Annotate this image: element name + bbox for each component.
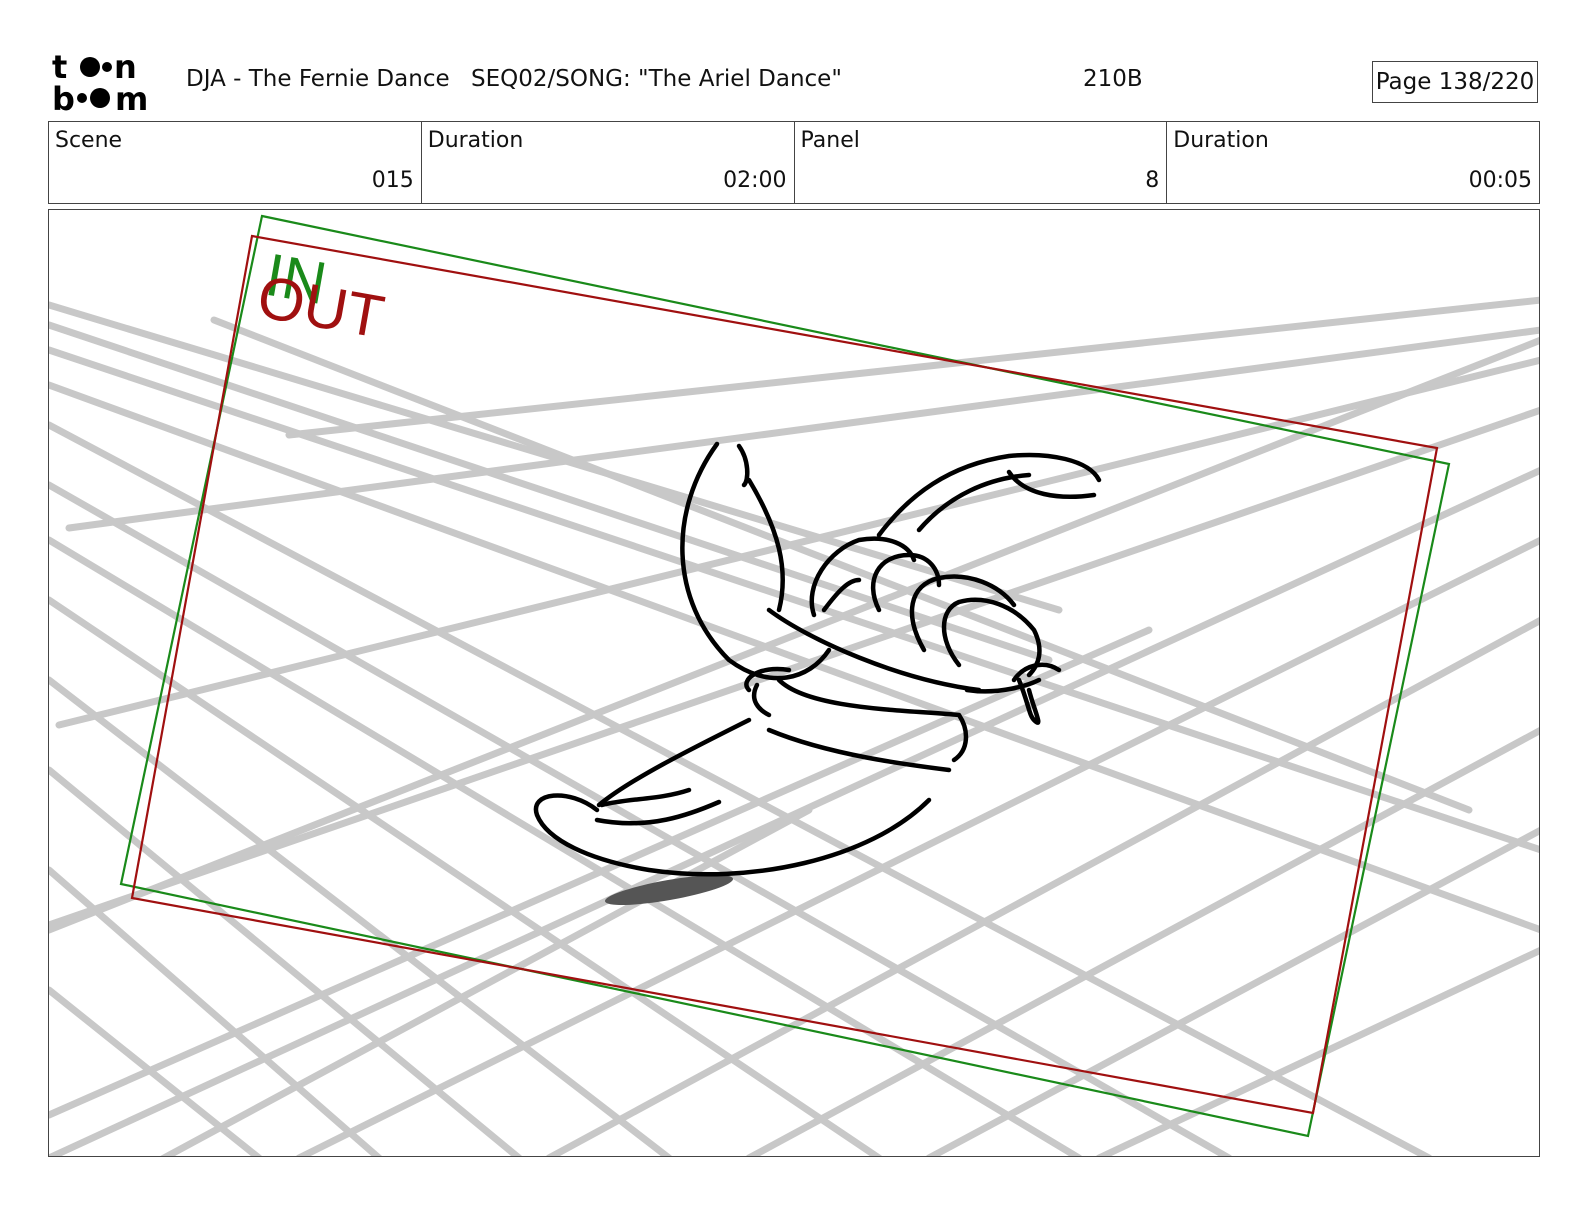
scene-duration-cell: Duration 02:00 <box>422 122 795 203</box>
panel-duration-value: 00:05 <box>1468 168 1532 193</box>
info-table: Scene 015 Duration 02:00 Panel 8 Duratio… <box>48 121 1540 204</box>
svg-text:b: b <box>52 80 75 114</box>
panel-duration-cell: Duration 00:05 <box>1167 122 1539 203</box>
scene-cell: Scene 015 <box>49 122 422 203</box>
panel-cell: Panel 8 <box>795 122 1168 203</box>
scene-duration-value: 02:00 <box>723 168 787 193</box>
scene-label: Scene <box>55 128 123 153</box>
svg-text:m: m <box>115 80 148 114</box>
scene-duration-label: Duration <box>427 128 524 153</box>
scene-value: 015 <box>371 168 414 193</box>
toonboom-logo: t n b m <box>52 48 164 118</box>
panel-duration-label: Duration <box>1173 128 1269 153</box>
storyboard-panel: IN OUT <box>48 209 1540 1157</box>
scene-code: 210B <box>1083 66 1143 92</box>
project-title: DJA - The Fernie Dance <box>186 66 450 92</box>
page-indicator: Page 138/220 <box>1372 61 1538 103</box>
panel-label: Panel <box>800 128 860 153</box>
sequence-title: SEQ02/SONG: "The Ariel Dance" <box>471 66 842 92</box>
out-label: OUT <box>253 263 389 351</box>
perspective-grid <box>49 296 1539 1156</box>
panel-value: 8 <box>1145 168 1160 193</box>
